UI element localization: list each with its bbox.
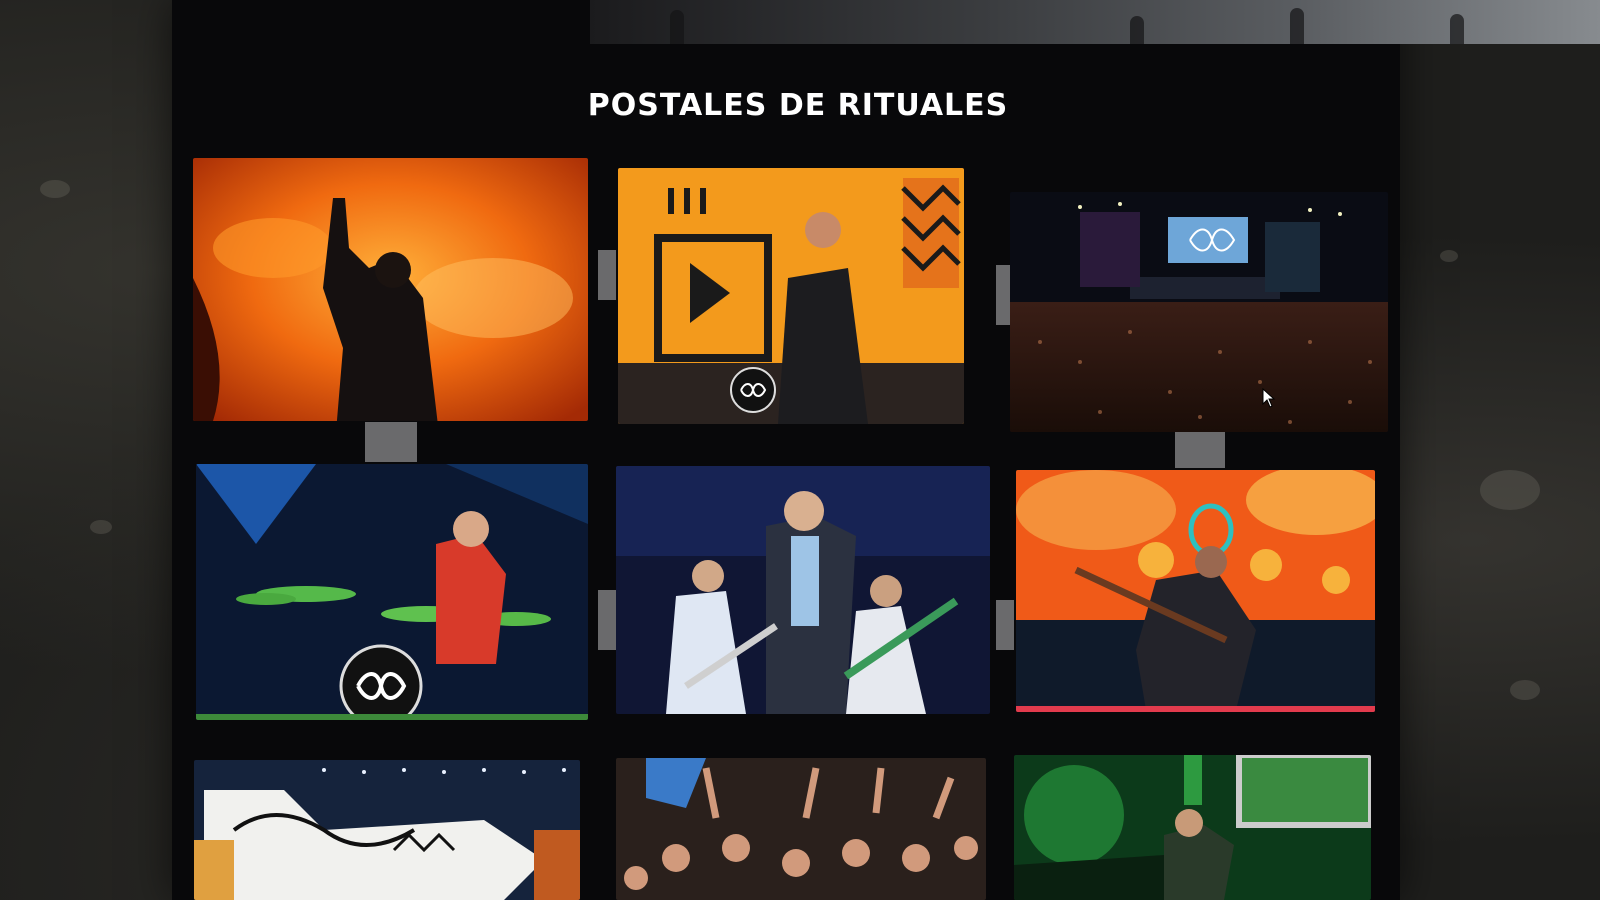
tile-connector: [996, 600, 1014, 650]
gallery-photo-6[interactable]: [1016, 470, 1375, 712]
tile-connector: [365, 422, 417, 462]
gallery-photo-1[interactable]: [193, 158, 588, 421]
gallery-photo-5[interactable]: [616, 466, 990, 714]
tile-connector: [598, 250, 616, 300]
section-title: POSTALES DE RITUALES: [587, 88, 1009, 123]
header-banner-image: [590, 0, 1600, 44]
gallery-photo-2[interactable]: [618, 168, 964, 424]
mouse-pointer-icon: [1262, 388, 1276, 408]
gallery-photo-7[interactable]: [194, 760, 580, 900]
gallery-photo-8[interactable]: [616, 758, 986, 900]
tile-connector: [598, 590, 616, 650]
gallery-photo-3[interactable]: [1010, 192, 1388, 432]
gallery-photo-9[interactable]: [1014, 755, 1371, 900]
gallery-photo-4[interactable]: [196, 464, 588, 720]
tile-connector: [1175, 432, 1225, 468]
